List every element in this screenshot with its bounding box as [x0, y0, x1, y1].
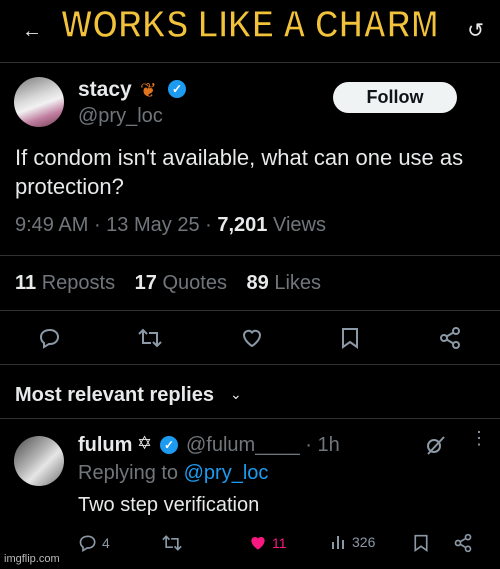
repost-icon[interactable]: [137, 326, 163, 350]
bookmark-icon: [414, 534, 428, 552]
reply-like-count: 11: [272, 535, 287, 551]
tweet-date[interactable]: 13 May 25: [106, 214, 199, 236]
meme-caption: WORKS LIKE A CHARM: [61, 3, 439, 47]
quotes-stat[interactable]: 17 Quotes: [135, 272, 227, 294]
replying-prefix: Replying to: [78, 462, 179, 484]
watermark: imgflip.com: [4, 553, 60, 565]
verified-badge-icon: ✓: [160, 436, 178, 454]
reply-reply-button[interactable]: 4: [78, 533, 110, 553]
heart-icon: [251, 537, 265, 550]
reply-views-button[interactable]: 326: [330, 533, 375, 551]
divider: [0, 364, 500, 365]
reply-like-button[interactable]: 11: [248, 533, 287, 553]
quotes-count: 17: [134, 272, 157, 294]
reply-repost-button[interactable]: [161, 533, 183, 553]
views-icon: [332, 536, 344, 549]
share-icon[interactable]: [438, 326, 462, 350]
reply-count: 4: [102, 535, 110, 551]
star-symbol-icon: ✡: [137, 433, 153, 453]
avatar[interactable]: [14, 77, 64, 127]
reply-text: Two step verification: [78, 494, 260, 516]
reply-handle-text[interactable]: @fulum____: [186, 434, 300, 456]
follow-button[interactable]: Follow: [333, 82, 457, 113]
reply-view-count: 326: [352, 534, 376, 550]
reposts-label: Reposts: [41, 272, 116, 294]
avatar[interactable]: [14, 436, 64, 486]
reply-author-handle: @fulum____ · 1h: [186, 434, 340, 456]
verified-badge-icon: ✓: [168, 80, 186, 98]
more-icon[interactable]: ↺: [467, 18, 484, 43]
more-icon[interactable]: ⋮: [470, 428, 488, 449]
views-count: 7,201: [217, 214, 268, 236]
chevron-down-icon[interactable]: ⌄: [230, 386, 242, 403]
repost-icon: [162, 535, 182, 551]
replies-sort-label[interactable]: Most relevant replies: [15, 384, 214, 407]
tweet-time[interactable]: 9:49 AM: [15, 214, 88, 236]
divider: [0, 418, 500, 419]
grok-icon[interactable]: [424, 434, 446, 461]
reply-icon[interactable]: [38, 326, 62, 350]
bookmark-icon[interactable]: [339, 326, 361, 350]
leaf-emoji-icon: ❦: [140, 80, 157, 102]
likes-stat[interactable]: 89 Likes: [247, 272, 322, 294]
meta-separator: ·: [205, 214, 218, 236]
reposts-stat[interactable]: 11 Reposts: [15, 272, 115, 294]
reply-time[interactable]: 1h: [317, 434, 339, 456]
engagement-stats: 11 Reposts 17 Quotes 89 Likes: [15, 272, 321, 295]
views-label: Views: [272, 214, 326, 236]
author-handle[interactable]: @pry_loc: [78, 105, 163, 128]
quotes-label: Quotes: [162, 272, 227, 294]
heart-icon[interactable]: [240, 326, 264, 350]
likes-count: 89: [246, 272, 269, 294]
divider: [0, 62, 500, 63]
meta-separator: ·: [93, 214, 107, 236]
reply-bookmark-button[interactable]: [412, 533, 430, 553]
share-icon: [454, 533, 472, 553]
replying-handle-link[interactable]: @pry_loc: [184, 462, 269, 484]
replying-to: Replying to @pry_loc: [78, 462, 268, 485]
likes-label: Likes: [274, 272, 322, 294]
divider: [0, 310, 500, 311]
reposts-count: 11: [15, 272, 37, 294]
reply-share-button[interactable]: [453, 533, 473, 553]
divider: [0, 255, 500, 256]
reply-icon: [79, 535, 96, 552]
tweet-meta: 9:49 AM · 13 May 25 · 7,201 Views: [15, 214, 326, 237]
reply-author-name[interactable]: fulum: [78, 434, 132, 457]
tweet-text: If condom isn't available, what can one …: [15, 145, 464, 199]
author-name[interactable]: stacy: [78, 78, 132, 102]
